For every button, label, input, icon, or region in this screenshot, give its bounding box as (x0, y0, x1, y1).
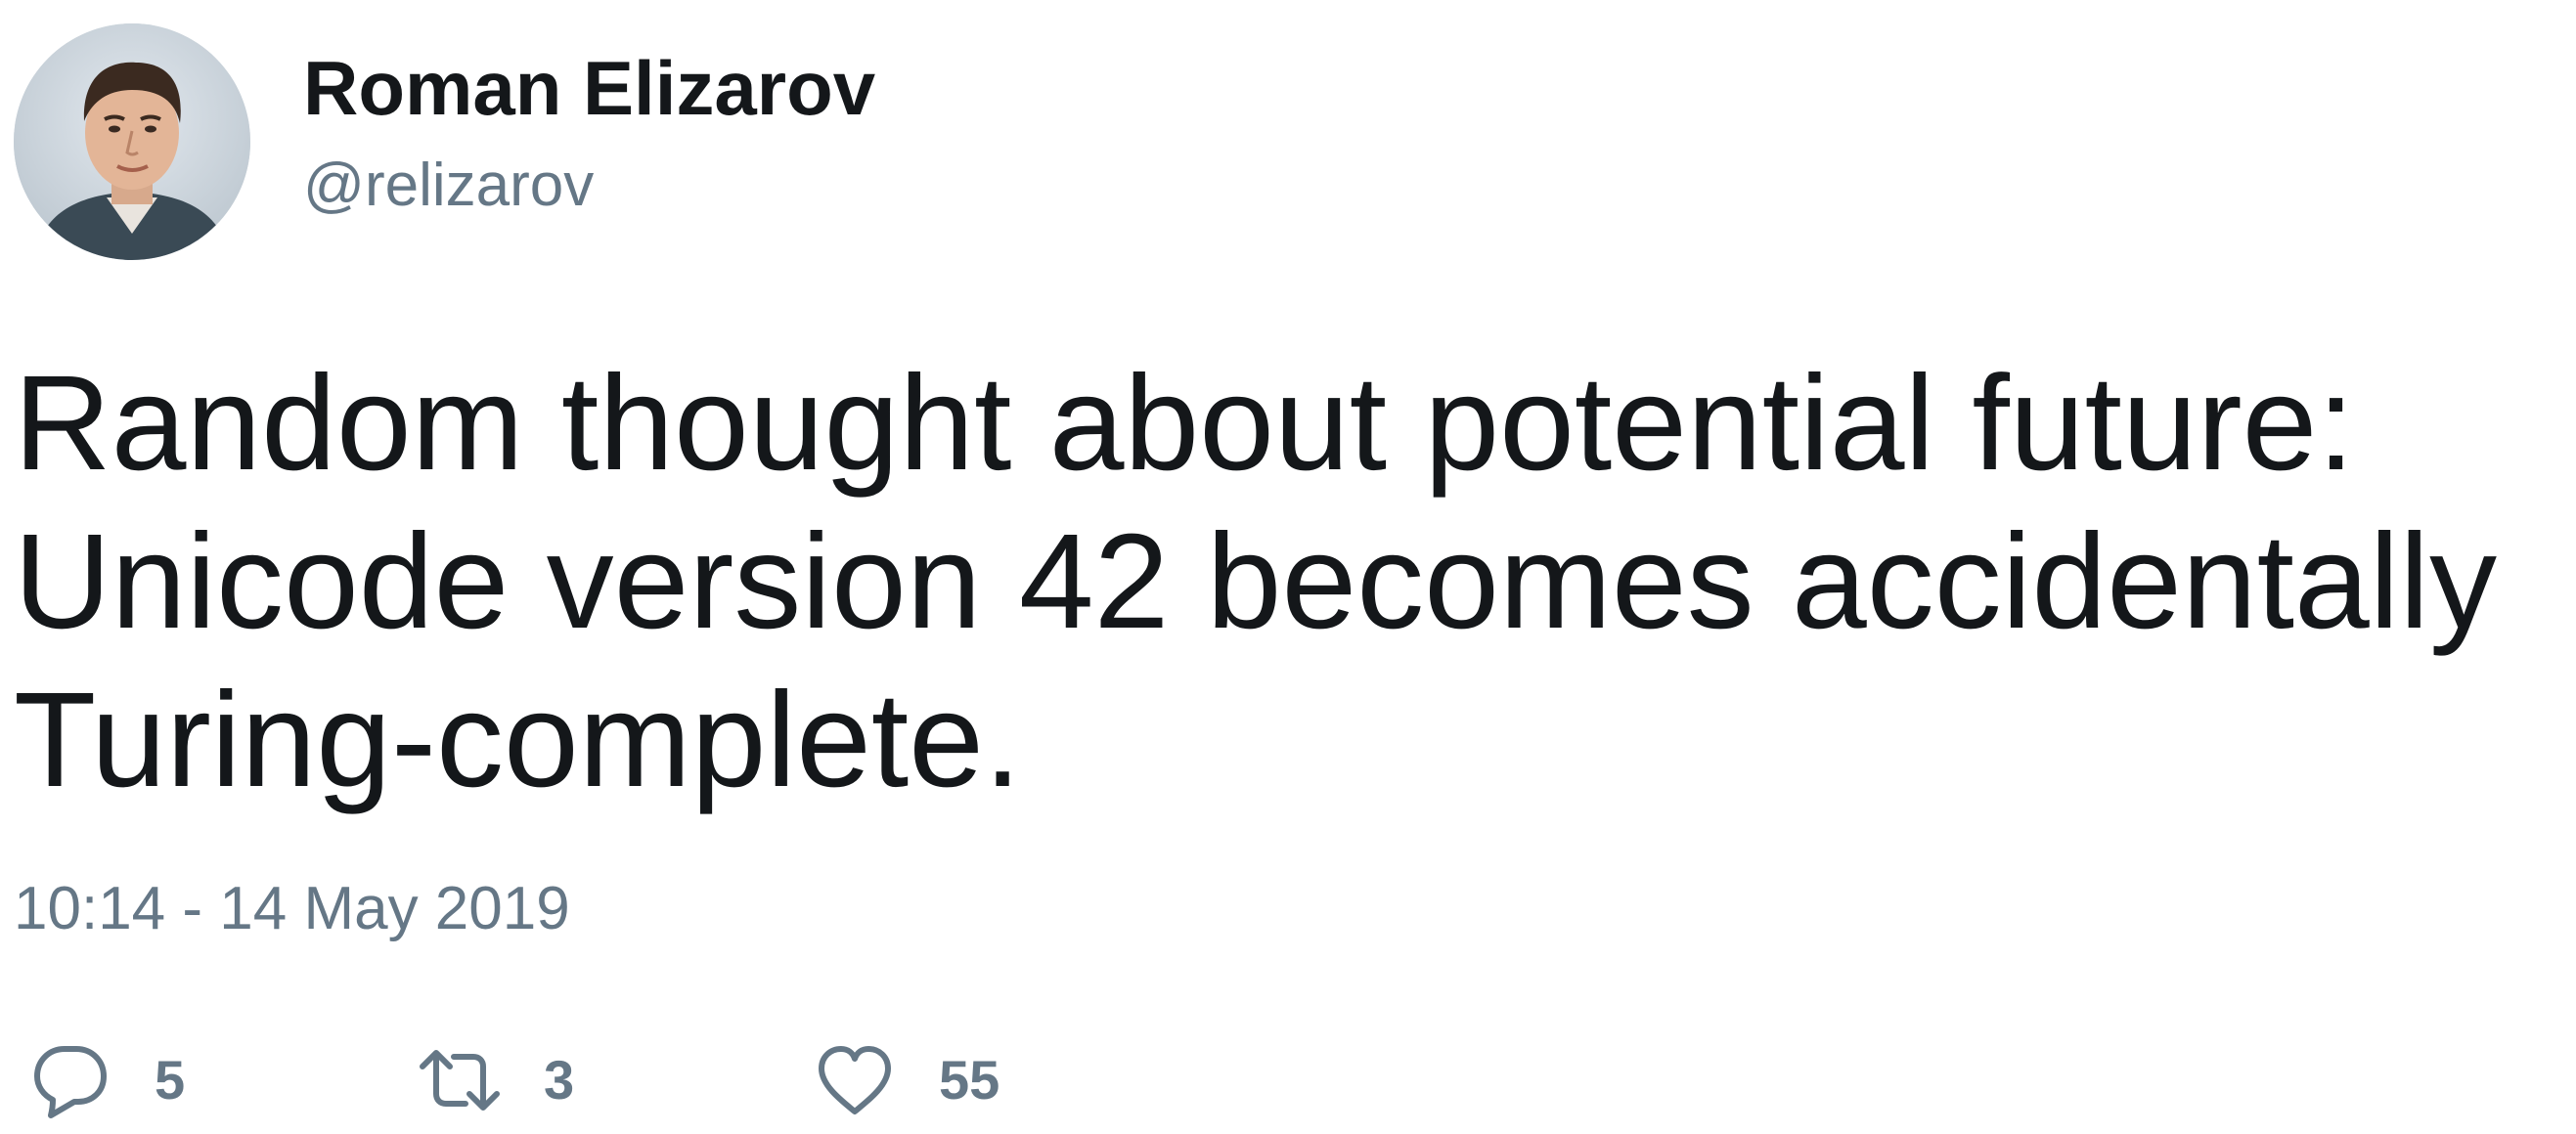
like-count: 55 (939, 1049, 1000, 1111)
display-name[interactable]: Roman Elizarov (303, 39, 875, 137)
retweet-count: 3 (544, 1049, 575, 1111)
tweet-text-line: Unicode version 42 becomes accidentally (14, 506, 2498, 657)
tweet-text-line: Turing-complete. (14, 665, 1022, 815)
tweet-card: Roman Elizarov @relizarov Random thought… (0, 0, 2576, 1134)
avatar-photo-icon (14, 23, 250, 260)
retweet-icon (420, 1050, 500, 1111)
retweet-button[interactable]: 3 (419, 1026, 574, 1134)
heart-icon (819, 1046, 891, 1114)
tweet-text-line: Random thought about potential future: (14, 348, 2355, 499)
reply-count: 5 (155, 1049, 186, 1111)
tweet-actions-bar: 5 3 55 (0, 1026, 2576, 1134)
tweet-timestamp[interactable]: 10:14 - 14 May 2019 (14, 870, 570, 948)
reply-button[interactable]: 5 (29, 1026, 185, 1134)
reply-icon (34, 1046, 107, 1118)
like-button[interactable]: 55 (814, 1026, 999, 1134)
user-handle[interactable]: @relizarov (303, 147, 594, 225)
tweet-text: Random thought about potential future: U… (14, 344, 2556, 819)
avatar[interactable] (14, 23, 250, 260)
